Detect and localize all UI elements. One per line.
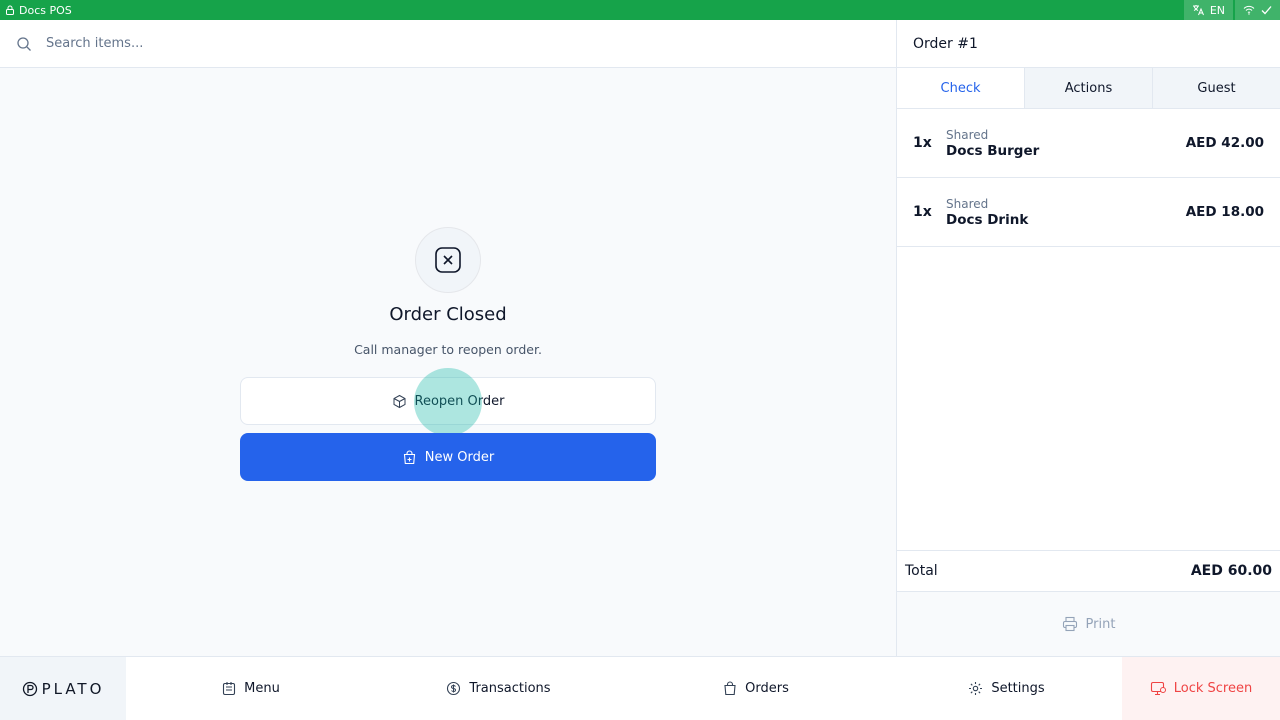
search-input[interactable] [46, 36, 846, 51]
order-closed-subtitle: Call manager to reopen order. [354, 342, 542, 357]
order-item[interactable]: 1x Shared Docs Drink AED 18.00 [897, 178, 1280, 247]
search-bar [0, 20, 896, 68]
print-button[interactable]: Print [897, 592, 1280, 656]
item-quantity: 1x [913, 204, 932, 220]
order-tabs: Check Actions Guest [897, 68, 1280, 109]
nav-transactions-label: Transactions [469, 681, 551, 696]
order-panel: Order #1 Check Actions Guest 1x Shared D… [896, 20, 1280, 656]
tab-guest[interactable]: Guest [1152, 68, 1280, 108]
title-bar: Docs POS EN [0, 0, 1280, 20]
nav-orders[interactable]: Orders [621, 657, 891, 720]
order-closed-title: Order Closed [389, 304, 507, 325]
connection-status[interactable] [1235, 0, 1280, 20]
nav-settings-label: Settings [991, 681, 1045, 696]
tab-actions[interactable]: Actions [1024, 68, 1152, 108]
item-name: Docs Burger [946, 142, 1040, 159]
total-row: Total AED 60.00 [897, 550, 1280, 592]
item-group: Shared [946, 127, 989, 142]
tab-check[interactable]: Check [897, 68, 1024, 108]
nav-orders-label: Orders [745, 681, 789, 696]
bag-plus-icon [402, 449, 417, 465]
item-group: Shared [946, 196, 989, 211]
box-icon [392, 394, 407, 409]
order-item[interactable]: 1x Shared Docs Burger AED 42.00 [897, 109, 1280, 178]
check-icon [1261, 5, 1272, 15]
total-label: Total [905, 563, 938, 579]
printer-icon [1062, 616, 1078, 632]
main-area: Order Closed Call manager to reopen orde… [0, 20, 896, 656]
lock-screen-label: Lock Screen [1173, 681, 1253, 696]
plato-logo-icon [22, 681, 38, 697]
lock-icon [5, 5, 15, 15]
monitor-lock-icon [1150, 681, 1166, 696]
bag-icon [723, 681, 737, 696]
nav-settings[interactable]: Settings [891, 657, 1122, 720]
item-quantity: 1x [913, 135, 932, 151]
print-label: Print [1085, 616, 1116, 632]
title-bar-right: EN [1182, 0, 1280, 20]
menu-book-icon [222, 681, 236, 696]
nav-menu-label: Menu [244, 681, 280, 696]
logo-text: PLATO [41, 679, 105, 698]
wifi-icon [1243, 5, 1255, 15]
new-order-label: New Order [424, 449, 495, 465]
translate-icon [1192, 4, 1204, 16]
coin-icon [446, 681, 461, 696]
item-name: Docs Drink [946, 211, 1029, 228]
gear-icon [968, 681, 983, 696]
reopen-order-label: Reopen Order [414, 393, 505, 409]
close-square-icon [434, 246, 462, 274]
language-button[interactable]: EN [1183, 0, 1233, 20]
reopen-order-button[interactable]: Reopen Order [240, 377, 656, 425]
order-closed-badge [415, 227, 481, 293]
total-amount: AED 60.00 [1190, 563, 1272, 579]
app-name: Docs POS [19, 3, 72, 17]
search-icon [16, 36, 32, 52]
nav-transactions[interactable]: Transactions [376, 657, 621, 720]
lock-screen-button[interactable]: Lock Screen [1122, 657, 1280, 720]
item-price: AED 42.00 [1185, 135, 1264, 151]
new-order-button[interactable]: New Order [240, 433, 656, 481]
plato-logo: PLATO [0, 657, 126, 720]
item-info: Shared Docs Burger [946, 128, 1186, 159]
nav-menu[interactable]: Menu [126, 657, 376, 720]
item-info: Shared Docs Drink [946, 197, 1186, 228]
language-label: EN [1209, 3, 1225, 17]
order-title: Order #1 [897, 20, 1280, 68]
item-price: AED 18.00 [1185, 204, 1264, 220]
title-bar-left: Docs POS [0, 4, 72, 17]
bottom-nav: PLATO Menu Transactions Orders Settings … [0, 656, 1280, 720]
